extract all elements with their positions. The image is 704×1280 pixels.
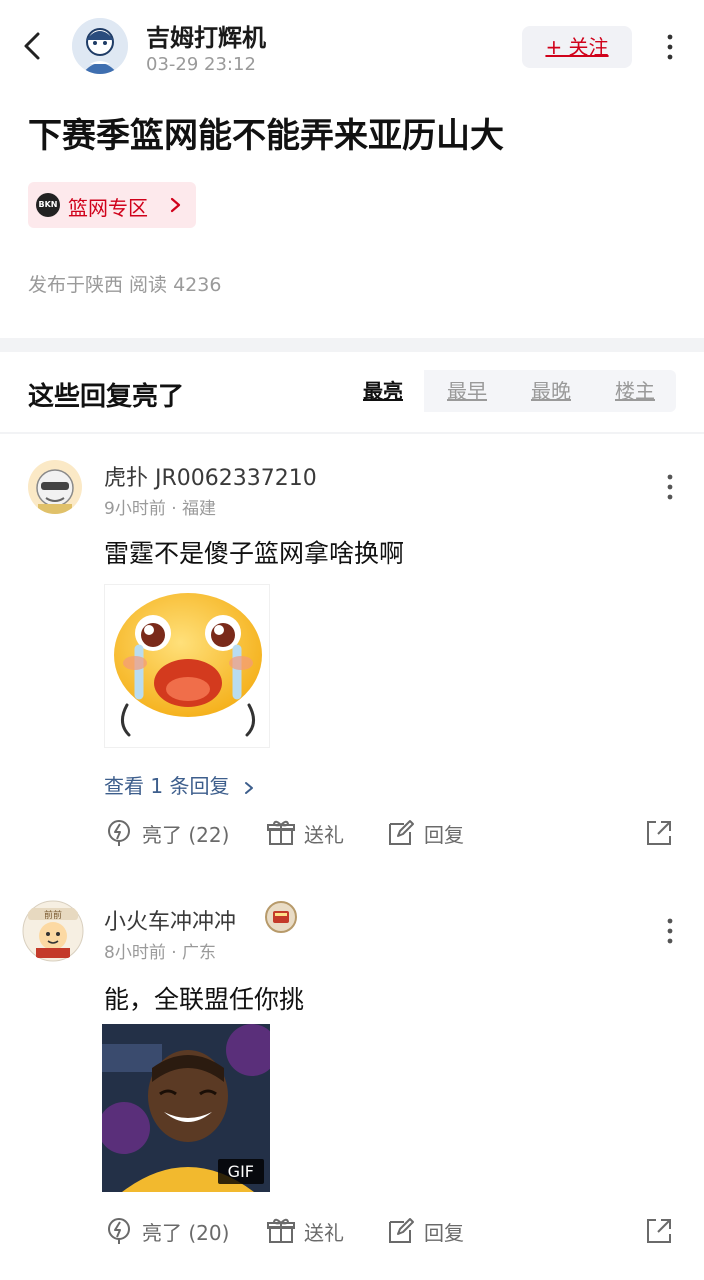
lightning-icon	[108, 820, 130, 846]
comment-more-button[interactable]	[660, 916, 680, 946]
gift-button[interactable]: 送礼	[266, 818, 344, 848]
lightning-icon	[108, 1218, 130, 1244]
comment-meta: 9小时前 · 福建	[104, 499, 217, 519]
sort-tab-hottest[interactable]: 最亮	[342, 370, 424, 412]
share-icon	[647, 821, 671, 845]
edit-reply-icon	[389, 1218, 414, 1243]
post-title: 下赛季篮网能不能弄来亚历山大	[28, 116, 504, 156]
more-vertical-icon	[667, 474, 673, 500]
comment-meta: 8小时前 · 广东	[104, 943, 217, 963]
chevron-right-icon	[170, 197, 181, 213]
gif-badge: GIF	[217, 1159, 264, 1184]
like-count: 亮了 (22)	[142, 822, 230, 847]
gift-icon	[267, 1218, 295, 1243]
share-button[interactable]	[644, 818, 674, 848]
share-icon	[647, 1219, 671, 1243]
view-replies-link[interactable]: 查看 1 条回复	[104, 770, 256, 799]
sort-tab-earliest[interactable]: 最早	[426, 370, 508, 412]
gift-label: 送礼	[304, 1220, 344, 1245]
avatar-illustration	[28, 460, 82, 514]
back-button[interactable]	[18, 28, 50, 64]
avatar-illustration: 前前	[22, 900, 84, 962]
commenter-avatar[interactable]	[28, 460, 82, 514]
team-logo-icon: BKN	[36, 193, 60, 217]
author-name[interactable]: 吉姆打辉机	[146, 18, 266, 53]
section-divider	[0, 338, 704, 352]
comment-text: 能，全联盟任你挑	[104, 985, 305, 1014]
crying-face-emoji-icon	[114, 593, 262, 737]
comment-image-gif[interactable]: GIF	[102, 1024, 270, 1192]
author-avatar[interactable]	[72, 18, 128, 74]
gift-icon	[267, 820, 295, 845]
zone-label: 篮网专区	[68, 196, 148, 220]
reply-button[interactable]: 回复	[386, 1216, 464, 1246]
like-button[interactable]: 亮了 (22)	[104, 818, 229, 848]
divider	[0, 432, 704, 434]
comment-image-emoji[interactable]	[104, 584, 270, 748]
sort-tab-latest[interactable]: 最晚	[510, 370, 592, 412]
replies-section-title: 这些回复亮了	[28, 382, 185, 412]
back-arrow-icon	[24, 32, 40, 60]
commenter-name[interactable]: 小火车冲冲冲	[104, 904, 236, 936]
reply-label: 回复	[424, 1220, 464, 1245]
comment-text: 雷霆不是傻子篮网拿啥换啊	[104, 539, 405, 568]
zone-tag[interactable]: BKN 篮网专区	[28, 182, 196, 228]
svg-text:前前: 前前	[44, 909, 62, 921]
more-vertical-icon	[667, 918, 673, 944]
reply-button[interactable]: 回复	[386, 818, 464, 848]
more-vertical-icon	[667, 34, 673, 60]
gift-label: 送礼	[304, 822, 344, 847]
commenter-name[interactable]: 虎扑 JR0062337210	[104, 460, 317, 492]
share-button[interactable]	[644, 1216, 674, 1246]
commenter-avatar[interactable]: 前前	[22, 900, 84, 962]
sort-tab-op-only[interactable]: 楼主	[594, 370, 676, 412]
chevron-right-icon	[244, 781, 253, 794]
reply-label: 回复	[424, 822, 464, 847]
avatar-illustration	[72, 18, 128, 74]
like-button[interactable]: 亮了 (20)	[104, 1216, 229, 1246]
like-count: 亮了 (20)	[142, 1220, 230, 1245]
follow-button[interactable]: + 关注	[522, 26, 632, 68]
post-meta: 发布于陕西 阅读 4236	[28, 274, 222, 296]
view-replies-label: 查看 1 条回复	[104, 774, 230, 798]
sort-tabs: 最亮 最早 最晚 楼主	[342, 370, 676, 412]
more-options-button[interactable]	[660, 30, 680, 64]
gift-button[interactable]: 送礼	[266, 1216, 344, 1246]
post-timestamp: 03-29 23:12	[146, 54, 256, 75]
comment-more-button[interactable]	[660, 472, 680, 502]
edit-reply-icon	[389, 820, 414, 845]
user-badge-icon	[264, 900, 298, 934]
